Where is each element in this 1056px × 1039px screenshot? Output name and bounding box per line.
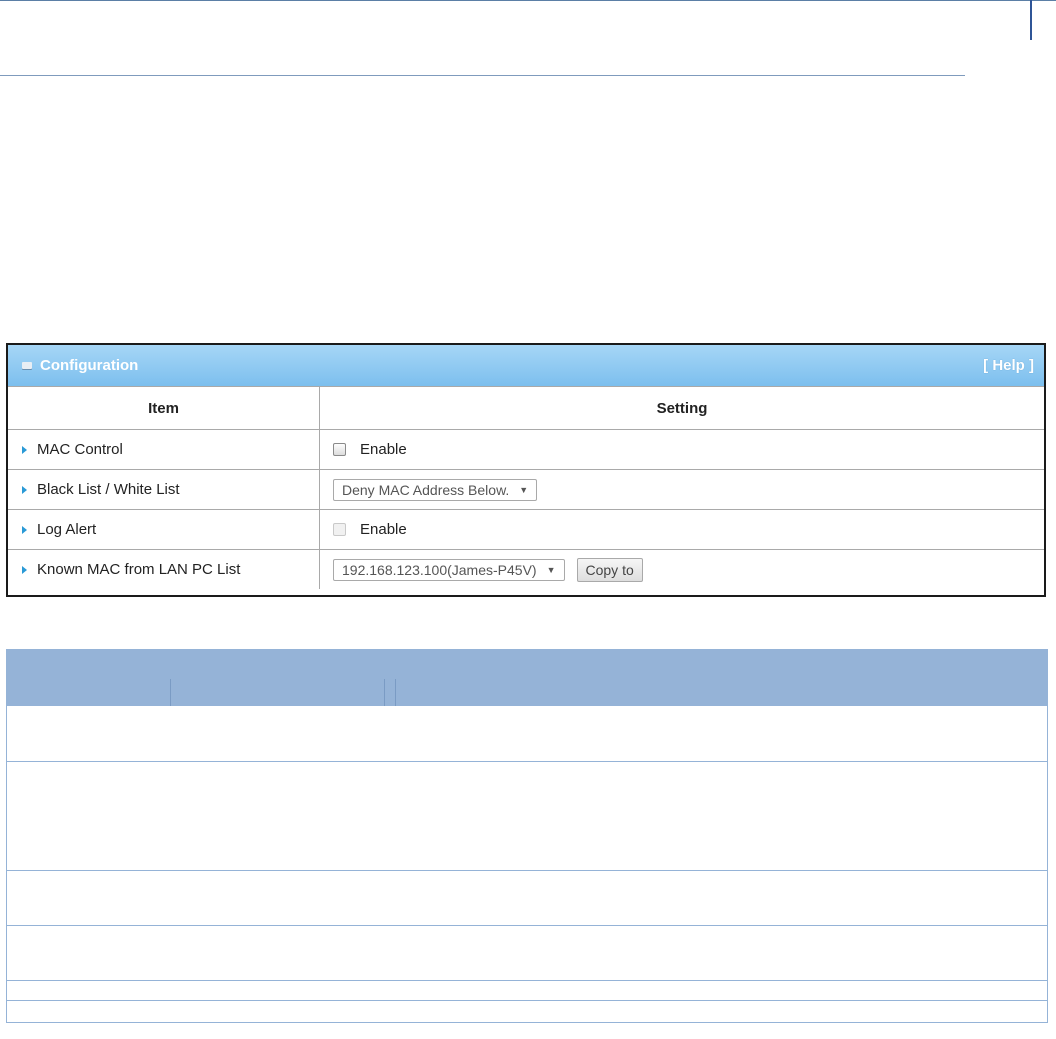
- description-table-header: [6, 649, 1048, 706]
- column-divider: [384, 679, 385, 706]
- table-row: [6, 762, 1048, 871]
- top-rule: [0, 0, 1056, 1]
- row-log-alert: Log Alert Enable: [8, 509, 1044, 549]
- bullet-arrow-icon: [22, 565, 27, 574]
- heading-underline: [0, 75, 965, 76]
- table-row: [6, 926, 1048, 981]
- list-mode-select[interactable]: Deny MAC Address Below. ▼: [333, 478, 538, 501]
- column-divider: [170, 679, 171, 706]
- checkbox-label: Enable: [360, 521, 407, 538]
- row-known-mac: Known MAC from LAN PC List 192.168.123.1…: [8, 549, 1044, 589]
- column-header-item: Item: [8, 387, 320, 429]
- dropdown-arrow-icon: ▼: [519, 484, 529, 495]
- table-row: [6, 871, 1048, 926]
- select-value: 192.168.123.100(James-P45V): [342, 561, 537, 578]
- known-mac-select[interactable]: 192.168.123.100(James-P45V) ▼: [333, 558, 565, 581]
- copy-to-button[interactable]: Copy to: [576, 557, 643, 582]
- dropdown-arrow-icon: ▼: [546, 564, 556, 575]
- bullet-arrow-icon: [22, 525, 27, 534]
- bullet-arrow-icon: [22, 445, 27, 454]
- table-header-row: Item Setting: [8, 386, 1044, 429]
- row-label: Known MAC from LAN PC List: [37, 561, 241, 578]
- panel-title: Configuration: [40, 357, 139, 374]
- row-label: MAC Control: [37, 441, 123, 458]
- page-margin-bar: [1030, 0, 1032, 40]
- column-header-setting: Setting: [656, 399, 708, 417]
- row-mac-control: MAC Control Enable: [8, 429, 1044, 469]
- table-row: [6, 706, 1048, 762]
- column-divider: [395, 679, 396, 706]
- checkbox-label: Enable: [360, 441, 407, 458]
- bullet-arrow-icon: [22, 485, 27, 494]
- panel-icon: [22, 362, 32, 369]
- row-label: Black List / White List: [37, 481, 180, 498]
- configuration-panel: Configuration [ Help ] Item Setting MAC …: [6, 343, 1046, 597]
- log-alert-checkbox[interactable]: [333, 523, 346, 536]
- table-row: [6, 981, 1048, 1001]
- row-label: Log Alert: [37, 521, 97, 538]
- table-row: [6, 1001, 1048, 1023]
- select-value: Deny MAC Address Below.: [342, 481, 510, 498]
- configuration-header: Configuration [ Help ]: [8, 345, 1044, 386]
- row-black-white-list: Black List / White List Deny MAC Address…: [8, 469, 1044, 509]
- mac-control-checkbox[interactable]: [333, 443, 346, 456]
- help-link[interactable]: [ Help ]: [983, 357, 1034, 374]
